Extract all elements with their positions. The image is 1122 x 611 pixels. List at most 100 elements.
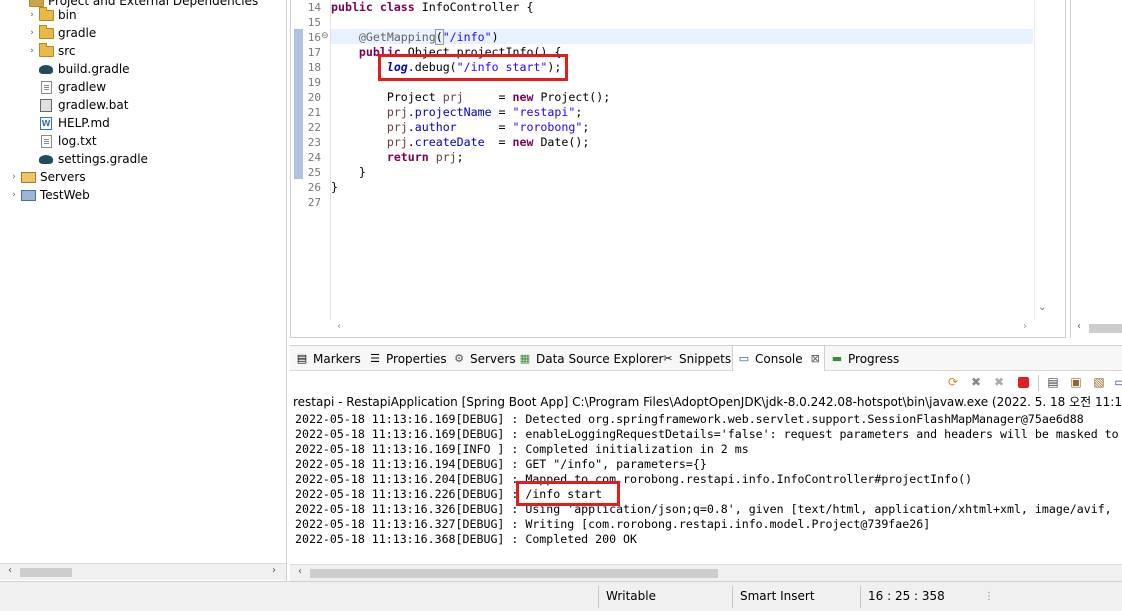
tree-item-src[interactable]: › src [0, 42, 280, 60]
tree-item-label: settings.gradle [58, 152, 148, 166]
cursor-position-status: 16 : 25 : 358 [868, 589, 945, 603]
line-number-gutter: 14 15 16 ⊖ 17 18 19 20 21 22 23 24 25 26… [291, 0, 331, 320]
outline-horizontal-scrollbar[interactable]: ‹ [1071, 320, 1122, 337]
tree-item-bin[interactable]: › bin [0, 6, 280, 24]
console-line: 2022-05-18 11:13:16.204[DEBUG] : Mapped … [295, 472, 973, 486]
tree-item-gradle-folder[interactable]: › gradle [0, 24, 280, 42]
chevron-right-icon[interactable]: › [26, 46, 38, 56]
progress-icon: ▬ [831, 352, 843, 365]
explorer-horizontal-scrollbar[interactable]: ‹ › [0, 563, 286, 580]
scroll-lock-icon[interactable]: ▣ [1068, 374, 1084, 390]
tab-data-source-explorer[interactable]: ▦ Data Source Explorer [518, 346, 664, 371]
line-number: 20 [307, 91, 321, 104]
console-horizontal-scrollbar[interactable]: ‹ [290, 564, 1122, 581]
chevron-right-icon[interactable]: › [26, 10, 38, 20]
tree-item-label: bin [58, 8, 77, 22]
outline-pane: ‹ [1070, 0, 1122, 338]
tree-item-settings-gradle[interactable]: settings.gradle [0, 150, 280, 168]
tab-console[interactable]: ▭ Console ⊠ [732, 346, 825, 371]
tree-item-label: log.txt [58, 134, 97, 148]
status-separator [860, 586, 861, 608]
chevron-right-icon[interactable]: › [8, 172, 20, 182]
scrollbar-thumb[interactable] [20, 568, 72, 577]
line-number: 22 [307, 121, 321, 134]
tab-snippets[interactable]: ✂ Snippets [661, 346, 731, 371]
fold-collapse-icon[interactable]: ⊖ [321, 31, 329, 41]
properties-icon: ☰ [370, 352, 380, 365]
servers-icon: ⚙ [454, 352, 464, 365]
code-line-14: public class InfoController { [331, 0, 534, 14]
tab-markers[interactable]: ▤ Markers [295, 346, 361, 371]
bat-file-icon [38, 98, 54, 112]
line-number: 19 [307, 76, 321, 89]
markers-icon: ▤ [296, 352, 308, 365]
scroll-right-icon[interactable]: › [1019, 321, 1031, 332]
console-line: 2022-05-18 11:13:16.169[DEBUG] : Detecte… [295, 412, 1084, 426]
console-output[interactable]: 2022-05-18 11:13:16.169[DEBUG] : Detecte… [290, 409, 1122, 564]
remove-launch-icon[interactable]: ✖ [968, 374, 984, 390]
chevron-right-icon[interactable]: › [26, 28, 38, 38]
console-line: 2022-05-18 11:13:16.194[DEBUG] : GET "/i… [295, 457, 707, 471]
file-icon [38, 80, 54, 94]
data-source-icon: ▦ [519, 352, 531, 365]
remove-all-terminated-icon[interactable]: ✖ [991, 374, 1007, 390]
tree-item-log-txt[interactable]: log.txt [0, 132, 280, 150]
console-line: 2022-05-18 11:13:16.326[DEBUG] : Using '… [295, 502, 1112, 516]
status-separator [732, 586, 733, 608]
line-number: 14 [307, 1, 321, 14]
tree-item-gradlew-bat[interactable]: gradlew.bat [0, 96, 280, 114]
scroll-left-icon[interactable]: ‹ [1073, 321, 1085, 332]
scrollbar-thumb[interactable] [310, 569, 718, 578]
relaunch-icon[interactable]: ⟳ [945, 374, 961, 390]
word-wrap-icon[interactable]: ▧ [1091, 374, 1107, 390]
tab-progress[interactable]: ▬ Progress [830, 346, 899, 371]
scrollbar-thumb[interactable] [1089, 324, 1122, 333]
tree-item-testweb[interactable]: › TestWeb [0, 186, 280, 204]
pin-console-icon[interactable]: ▭ [1112, 374, 1122, 390]
line-number: 17 [307, 46, 321, 59]
clear-console-icon[interactable]: ▤ [1045, 374, 1061, 390]
console-line: 2022-05-18 11:13:16.169[INFO ] : Complet… [295, 442, 749, 456]
editor-horizontal-scrollbar[interactable]: ‹ › [331, 320, 1035, 337]
tree-item-gradlew[interactable]: gradlew [0, 78, 280, 96]
console-launch-title: restapi - RestapiApplication [Spring Boo… [293, 395, 1122, 409]
line-number: 27 [307, 196, 321, 209]
tree-item-label: src [58, 44, 76, 58]
tree-item-help-md[interactable]: W HELP.md [0, 114, 280, 132]
line-number: 25 [307, 166, 321, 179]
tree-item-label: Servers [40, 170, 86, 184]
scroll-down-icon[interactable]: ⌄ [1038, 302, 1046, 313]
snippets-icon: ✂ [663, 352, 673, 365]
tree-item-build-gradle[interactable]: build.gradle [0, 60, 280, 78]
code-line-21: prj.projectName = "restapi"; [386, 105, 583, 119]
scroll-left-icon[interactable]: ‹ [4, 565, 16, 576]
code-line-16: @GetMapping("/info") [358, 29, 499, 45]
toolbar-separator [1038, 375, 1039, 391]
close-icon[interactable]: ⊠ [811, 352, 820, 365]
chevron-right-icon[interactable]: › [8, 190, 20, 200]
line-number: 15 [307, 16, 321, 29]
tree-item-label: HELP.md [58, 116, 110, 130]
console-line: 2022-05-18 11:13:16.169[DEBUG] : enableL… [295, 427, 1119, 441]
editor-vertical-scrollbar[interactable]: ⌄ [1034, 0, 1050, 320]
gradle-icon [38, 62, 54, 76]
scroll-left-icon[interactable]: ‹ [333, 321, 345, 332]
line-number: 26 [307, 181, 321, 194]
terminate-icon[interactable] [1015, 374, 1031, 390]
gradle-icon [38, 152, 54, 166]
folder-icon [38, 42, 54, 58]
bottom-view-tabs: ▤ Markers ☰ Properties ⚙ Servers ▦ Data Sour… [290, 345, 1122, 371]
line-number: 24 [307, 151, 321, 164]
tree-item-servers[interactable]: › Servers [0, 168, 280, 186]
scroll-left-icon[interactable]: ‹ [294, 566, 306, 577]
tab-servers[interactable]: ⚙ Servers [452, 346, 516, 371]
tree-item-label: TestWeb [40, 188, 90, 202]
console-toolbar: ⟳ ✖ ✖ ▤ ▣ ▧ ▭ [290, 371, 1122, 393]
line-number: 18 [307, 61, 321, 74]
code-editor[interactable]: 14 15 16 ⊖ 17 18 19 20 21 22 23 24 25 26… [290, 0, 1066, 338]
writable-status: Writable [606, 589, 656, 603]
tab-properties[interactable]: ☰ Properties [368, 346, 447, 371]
scroll-right-icon[interactable]: › [268, 565, 280, 576]
status-menu-icon[interactable]: ⋮ [984, 591, 994, 602]
tree-item-label: build.gradle [58, 62, 130, 76]
